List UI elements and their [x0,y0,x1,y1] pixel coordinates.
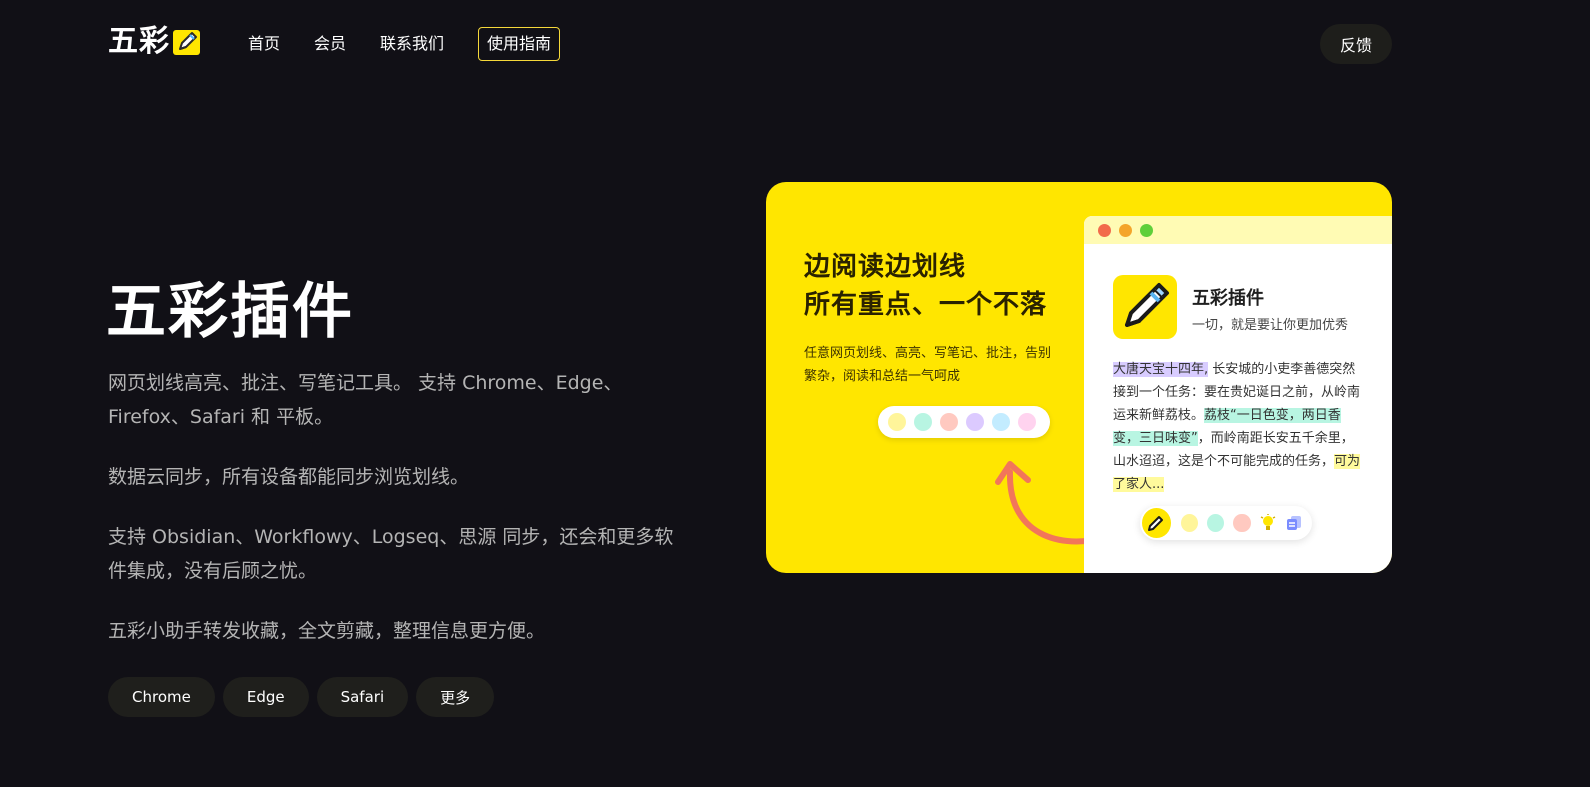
toolbar-color-dot[interactable] [1180,514,1198,532]
promo-subtext: 任意网页划线、高亮、写笔记、批注，告别繁杂，阅读和总结一气呵成 [804,346,1052,384]
hero-paragraph-sync: 数据云同步，所有设备都能同步浏览划线。 [108,466,470,488]
app-pen-icon [1113,275,1177,339]
toolbar-color-dot[interactable] [1207,514,1225,532]
logo-text: 五彩 [108,24,170,59]
highlighted-story-text: 大唐天宝十四年, 长安城的小吏李善德突然接到一个任务：要在贵妃诞日之前，从岭南运… [1113,358,1363,496]
hero-title: 五彩插件 [106,277,354,347]
hero-paragraph-integrations: 支持 Obsidian、Workflowy、Logseq、思源 同步，还会和更多… [108,526,674,582]
window-close-dot [1098,223,1111,237]
hero-paragraph-assistant: 五彩小助手转发收藏，全文剪藏，整理信息更方便。 [108,620,546,642]
pen-icon[interactable] [1142,508,1171,538]
window-minimize-dot [1119,223,1132,237]
palette-dot [966,413,984,431]
main-nav: 首页 会员 联系我们 使用指南 [248,27,594,61]
nav-home[interactable]: 首页 [248,27,280,61]
window-maximize-dot [1140,223,1153,237]
app-slogan: 一切，就是要让你更加优秀 [1192,318,1349,333]
palette-dot [1018,413,1036,431]
safari-button[interactable]: Safari [316,677,409,717]
highlight-purple: 大唐天宝十四年, [1113,362,1209,377]
toolbar-color-dot[interactable] [1233,514,1251,532]
logo[interactable]: 五彩 [108,24,202,60]
feedback-button[interactable]: 反馈 [1320,24,1392,64]
browser-download-buttons: Chrome Edge Safari 更多 [108,677,502,717]
nav-contact[interactable]: 联系我们 [380,27,444,61]
promo-headline: 边阅读边划线 所有重点、一个不落 [804,248,1047,324]
palette-dot [940,413,958,431]
color-palette [878,406,1050,438]
window-title-bar [1084,216,1392,244]
hero-paragraph-features: 网页划线高亮、批注、写笔记工具。 支持 Chrome、Edge、Firefox、… [108,372,623,428]
palette-dot [888,413,906,431]
chrome-button[interactable]: Chrome [108,677,215,717]
promo-card: 边阅读边划线 所有重点、一个不落 任意网页划线、高亮、写笔记、批注，告别繁杂，阅… [766,182,1392,573]
app-name: 五彩插件 [1192,288,1264,309]
palette-dot [914,413,932,431]
mock-browser-window: 五彩插件 一切，就是要让你更加优秀 大唐天宝十四年, 长安城的小吏李善德突然接到… [1084,216,1392,573]
more-browsers-button[interactable]: 更多 [416,677,495,717]
palette-dot [992,413,1010,431]
pen-logo-icon [173,30,200,55]
copy-notes-icon[interactable] [1286,514,1303,532]
nav-user-guide[interactable]: 使用指南 [478,27,561,61]
promo-headline-line-2: 所有重点、一个不落 [804,290,1048,320]
edge-button[interactable]: Edge [222,677,309,717]
hero-description: 网页划线高亮、批注、写笔记工具。 支持 Chrome、Edge、Firefox、… [108,366,688,674]
top-header: 五彩 首页 会员 联系我们 使用指南 反馈 [0,0,1590,88]
lightbulb-icon[interactable] [1260,514,1277,532]
highlight-toolbar [1140,506,1312,540]
nav-membership[interactable]: 会员 [314,27,346,61]
promo-headline-line-1: 边阅读边划线 [804,252,967,282]
